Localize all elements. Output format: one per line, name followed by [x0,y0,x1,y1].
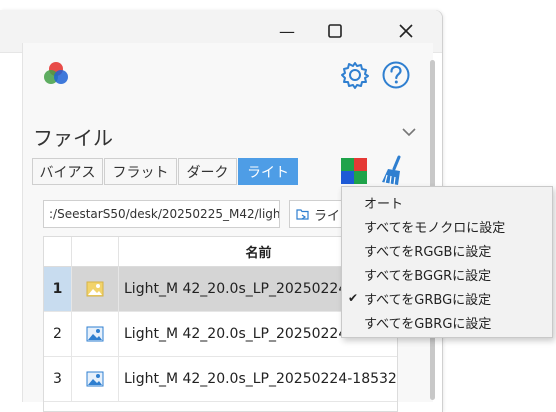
tab-light[interactable]: ライト [238,158,298,185]
tab-label: ダーク [186,164,229,181]
gear-icon[interactable] [340,60,370,90]
bayer-pattern-menu: オート すべてをモノクロに設定 すべてをRGGBに設定 すべてをBGGRに設定 … [341,186,553,338]
row-number: 2 [44,312,72,357]
image-icon [86,281,104,297]
maximize-icon [328,24,342,38]
menu-item-label: すべてをRGGBに設定 [364,244,492,260]
column-header-thumb [72,237,119,267]
menu-item-label: すべてをGRBGに設定 [364,292,492,308]
close-icon [399,24,413,38]
image-icon [86,371,104,387]
tab-bias[interactable]: バイアス [32,158,103,185]
menu-item-gbrg[interactable]: すべてをGBRGに設定 [342,310,552,334]
load-lights-button[interactable]: ライ [289,200,349,228]
rgb-logo-icon [44,62,68,84]
tab-dark[interactable]: ダーク [178,158,237,185]
file-name: Light_M 42_20.0s_LP_20250224-185320.fit [119,357,397,402]
thumbnail-cell [72,267,119,312]
thumbnail-cell [72,312,119,357]
menu-item-label: すべてをモノクロに設定 [364,220,506,236]
column-header-index [44,237,72,267]
menu-item-mono[interactable]: すべてをモノクロに設定 [342,214,552,238]
folder-open-icon [296,209,309,220]
chevron-down-icon[interactable] [401,126,417,138]
section-title: ファイル [33,126,113,150]
menu-item-grbg[interactable]: ✔ すべてをGRBGに設定 [342,286,552,310]
load-button-label: ライ [314,208,341,224]
menu-item-label: すべてをBGGRに設定 [364,268,492,284]
image-icon [86,326,104,342]
tab-label: ライト [247,164,289,181]
tab-label: バイアス [39,164,96,181]
menu-item-label: オート [364,196,404,212]
menu-item-bggr[interactable]: すべてをBGGRに設定 [342,262,552,286]
menu-item-label: すべてをGBRGに設定 [364,316,492,332]
tab-label: フラット [112,164,169,181]
thumbnail-cell [72,357,119,402]
minimize-icon: — [279,21,295,41]
broom-icon[interactable] [379,155,409,187]
folder-path-field[interactable]: :/SeestarS50/desk/20250225_M42/lights [43,200,280,228]
row-number: 1 [44,267,72,312]
checkmark-icon: ✔ [347,291,359,305]
tab-flat[interactable]: フラット [104,158,177,185]
help-icon[interactable] [381,60,411,90]
menu-item-rggb[interactable]: すべてをRGGBに設定 [342,238,552,262]
bayer-pattern-icon[interactable] [341,158,367,184]
row-number: 3 [44,357,72,402]
menu-item-auto[interactable]: オート [342,190,552,214]
